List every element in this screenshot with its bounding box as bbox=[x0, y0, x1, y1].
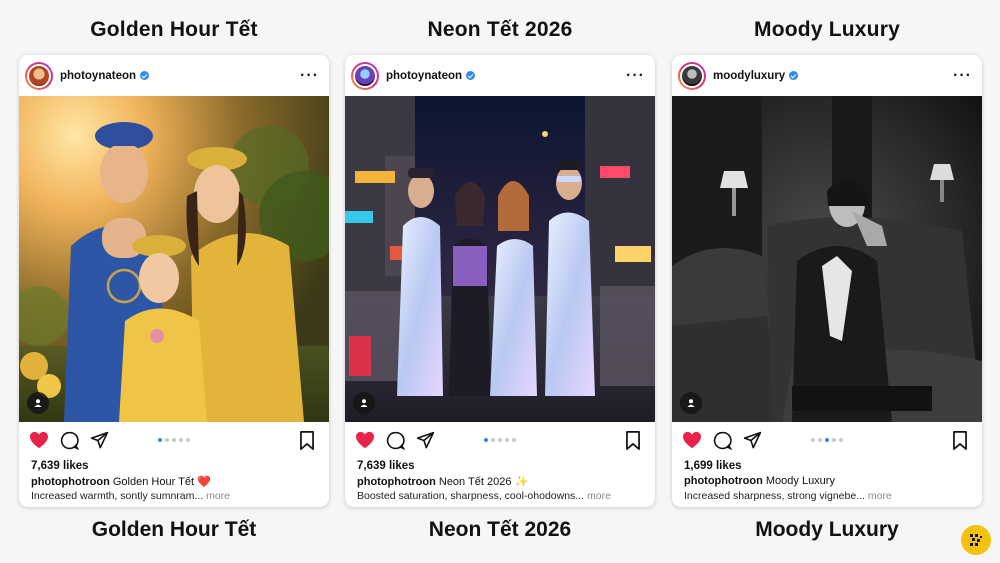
more-options-icon[interactable]: ··· bbox=[953, 67, 972, 84]
user-tag-icon[interactable] bbox=[680, 392, 702, 414]
verified-badge-icon bbox=[789, 71, 799, 80]
description-text: Increased sharpness, strong vignebe... bbox=[684, 490, 865, 502]
verified-badge-icon bbox=[140, 71, 150, 80]
post-header: photoynateon ··· bbox=[345, 55, 655, 96]
post-description: Increased warmth, sontly sumnram... more bbox=[31, 490, 321, 502]
heart-icon[interactable] bbox=[355, 431, 375, 454]
bookmark-icon[interactable] bbox=[299, 431, 315, 455]
comment-icon[interactable] bbox=[386, 431, 406, 455]
more-options-icon[interactable]: ··· bbox=[300, 67, 319, 84]
username[interactable]: moodyluxury bbox=[713, 70, 785, 82]
post-actions bbox=[672, 428, 982, 454]
bookmark-icon[interactable] bbox=[625, 431, 641, 455]
logo-badge bbox=[961, 525, 991, 555]
post-header: moodyluxury ··· bbox=[672, 55, 982, 96]
caption-username[interactable]: photophotroon bbox=[357, 476, 436, 488]
caption-username[interactable]: photophotroon bbox=[31, 476, 110, 488]
heart-icon[interactable] bbox=[29, 431, 49, 454]
more-options-icon[interactable]: ··· bbox=[626, 67, 645, 84]
avatar[interactable] bbox=[25, 61, 53, 90]
column-caption-bottom: Golden Hour Tết bbox=[91, 518, 257, 541]
post-header: photoynateon ··· bbox=[19, 55, 329, 96]
post-caption: photophotroon Moody Luxury bbox=[684, 475, 974, 487]
post-photo[interactable] bbox=[19, 96, 329, 422]
column-title: Golden Hour Tết bbox=[90, 18, 258, 41]
caption-text: Neon Tết 2026 ✨ bbox=[438, 476, 529, 488]
user-tag-icon[interactable] bbox=[353, 392, 375, 414]
post-caption: photophotroon Golden Hour Tết ❤️ bbox=[31, 475, 321, 488]
post-actions bbox=[19, 428, 329, 454]
column-caption-bottom: Moody Luxury bbox=[755, 518, 899, 541]
username[interactable]: photoynateon bbox=[386, 70, 462, 82]
username[interactable]: photoynateon bbox=[60, 70, 136, 82]
instagram-post-card: photoynateon ··· 7,639 likes photophotro… bbox=[19, 55, 329, 507]
share-icon[interactable] bbox=[743, 431, 762, 455]
description-text: Increased warmth, sontly sumnram... bbox=[31, 490, 204, 502]
post-photo[interactable] bbox=[672, 96, 982, 422]
carousel-dots bbox=[811, 438, 843, 442]
likes-count[interactable]: 1,699 likes bbox=[684, 460, 742, 472]
post-caption: photophotroon Neon Tết 2026 ✨ bbox=[357, 475, 647, 488]
comment-icon[interactable] bbox=[60, 431, 80, 455]
heart-icon[interactable] bbox=[682, 431, 702, 454]
likes-count[interactable]: 7,639 likes bbox=[31, 460, 89, 472]
share-icon[interactable] bbox=[416, 431, 435, 455]
bookmark-icon[interactable] bbox=[952, 431, 968, 455]
post-photo[interactable] bbox=[345, 96, 655, 422]
column-title: Moody Luxury bbox=[754, 18, 900, 41]
instagram-post-card: moodyluxury ··· 1,699 likes photophotroo… bbox=[672, 55, 982, 507]
avatar[interactable] bbox=[351, 61, 379, 90]
verified-badge-icon bbox=[466, 71, 476, 80]
more-link[interactable]: more bbox=[587, 490, 611, 502]
avatar[interactable] bbox=[678, 61, 706, 90]
carousel-dots bbox=[484, 438, 516, 442]
comment-icon[interactable] bbox=[713, 431, 733, 455]
more-link[interactable]: more bbox=[206, 490, 230, 502]
more-link[interactable]: more bbox=[868, 490, 892, 502]
likes-count[interactable]: 7,639 likes bbox=[357, 460, 415, 472]
caption-text: Golden Hour Tết ❤️ bbox=[112, 476, 211, 488]
caption-username[interactable]: photophotroon bbox=[684, 475, 763, 487]
post-description: Increased sharpness, strong vignebe... m… bbox=[684, 490, 974, 502]
post-actions bbox=[345, 428, 655, 454]
post-description: Boosted saturation, sharpness, cool-ohod… bbox=[357, 490, 647, 502]
carousel-dots bbox=[158, 438, 190, 442]
description-text: Boosted saturation, sharpness, cool-ohod… bbox=[357, 490, 585, 502]
share-icon[interactable] bbox=[90, 431, 109, 455]
user-tag-icon[interactable] bbox=[27, 392, 49, 414]
caption-text: Moody Luxury bbox=[765, 475, 835, 487]
instagram-post-card: photoynateon ··· 7,639 likes photophotro… bbox=[345, 55, 655, 507]
column-title: Neon Tết 2026 bbox=[427, 18, 573, 41]
column-caption-bottom: Neon Tết 2026 bbox=[428, 518, 572, 541]
